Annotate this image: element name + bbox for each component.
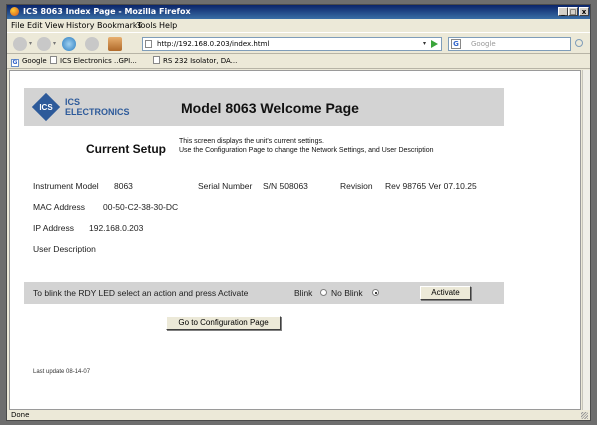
bookmark-rs232-isolator[interactable]: RS 232 Isolator, DA... xyxy=(153,54,237,69)
navigation-toolbar: ▾ ▾ http://192.168.0.203/index.html ▾ G … xyxy=(7,32,590,54)
page-icon xyxy=(145,40,152,48)
bookmark-ics-electronics[interactable]: ICS Electronics ..GPI... xyxy=(50,54,137,69)
search-input[interactable]: G Google xyxy=(448,37,571,51)
resize-grip-icon[interactable] xyxy=(581,412,588,419)
current-setup-description: This screen displays the unit's current … xyxy=(179,138,434,154)
revision-value: Rev 98765 Ver 07.10.25 xyxy=(385,181,477,191)
minimize-button[interactable]: _ xyxy=(558,7,568,16)
last-update-text: Last update 08-14-07 xyxy=(33,369,91,375)
instrument-model-label: Instrument Model xyxy=(33,181,99,191)
mac-address-value: 00-50-C2-38-30-DC xyxy=(103,202,179,212)
blink-option-label: Blink xyxy=(294,288,313,298)
no-blink-radio[interactable] xyxy=(372,289,379,296)
search-placeholder: Google xyxy=(471,40,496,48)
back-dropdown-icon[interactable]: ▾ xyxy=(29,40,32,47)
status-text: Done xyxy=(11,411,30,419)
menu-edit[interactable]: Edit xyxy=(27,19,43,32)
revision-label: Revision xyxy=(340,181,373,191)
bookmarks-toolbar: G Google ICS Electronics ..GPI... RS 232 … xyxy=(7,54,590,69)
menu-view[interactable]: View xyxy=(45,19,64,32)
status-bar: Done xyxy=(7,410,590,420)
back-icon[interactable] xyxy=(13,37,27,51)
blink-instructions: To blink the RDY LED select an action an… xyxy=(33,288,249,298)
serial-number-label: Serial Number xyxy=(198,181,253,191)
mac-address-label: MAC Address xyxy=(33,202,85,212)
blink-radio[interactable] xyxy=(320,289,327,296)
forward-dropdown-icon[interactable]: ▾ xyxy=(53,40,56,47)
blink-control-bar: To blink the RDY LED select an action an… xyxy=(24,282,504,304)
page-content: ICS ICS ELECTRONICS Model 8063 Welcome P… xyxy=(9,70,581,410)
menu-bar: File Edit View History Bookmarks Tools H… xyxy=(7,19,590,32)
menu-file[interactable]: File xyxy=(11,19,24,32)
ip-address-value: 192.168.0.203 xyxy=(89,223,144,233)
brand-name: ICS ELECTRONICS xyxy=(65,97,130,117)
firefox-icon xyxy=(10,7,19,16)
url-dropdown-icon[interactable]: ▾ xyxy=(423,38,426,50)
go-icon[interactable] xyxy=(431,40,438,48)
close-button[interactable]: x xyxy=(579,7,589,16)
menu-history[interactable]: History xyxy=(66,19,94,32)
reload-icon[interactable] xyxy=(62,37,76,51)
stop-icon[interactable] xyxy=(85,37,99,51)
ip-address-label: IP Address xyxy=(33,223,74,233)
google-search-engine-icon[interactable]: G xyxy=(451,39,461,49)
google-icon: G xyxy=(11,59,19,67)
page-header: ICS ICS ELECTRONICS Model 8063 Welcome P… xyxy=(24,88,504,126)
current-setup-title: Current Setup xyxy=(86,142,167,156)
home-icon[interactable] xyxy=(108,37,122,51)
page-icon xyxy=(50,56,57,64)
url-bar[interactable]: http://192.168.0.203/index.html ▾ xyxy=(142,37,442,51)
no-blink-option-label: No Blink xyxy=(331,288,363,298)
vertical-scrollbar[interactable] xyxy=(582,70,590,410)
title-bar[interactable]: ICS 8063 Index Page - Mozilla Firefox _ … xyxy=(7,5,590,19)
forward-icon[interactable] xyxy=(37,37,51,51)
url-text: http://192.168.0.203/index.html xyxy=(157,40,270,48)
search-icon[interactable] xyxy=(575,39,583,47)
browser-window: ICS 8063 Index Page - Mozilla Firefox _ … xyxy=(6,4,591,421)
page-title: Model 8063 Welcome Page xyxy=(181,100,359,116)
menu-help[interactable]: Help xyxy=(159,19,177,32)
serial-number-value: S/N 508063 xyxy=(263,181,308,191)
instrument-model-value: 8063 xyxy=(114,181,133,191)
ics-logo: ICS xyxy=(31,92,62,123)
menu-bookmarks[interactable]: Bookmarks xyxy=(97,19,142,32)
page-icon xyxy=(153,56,160,64)
bookmark-google[interactable]: G Google xyxy=(11,54,47,69)
go-to-configuration-button[interactable]: Go to Configuration Page xyxy=(166,316,281,330)
menu-tools[interactable]: Tools xyxy=(137,19,157,32)
activate-button[interactable]: Activate xyxy=(420,286,471,300)
maximize-button[interactable]: □ xyxy=(568,7,578,16)
window-title: ICS 8063 Index Page - Mozilla Firefox xyxy=(23,7,191,16)
user-description-label: User Description xyxy=(33,244,96,254)
